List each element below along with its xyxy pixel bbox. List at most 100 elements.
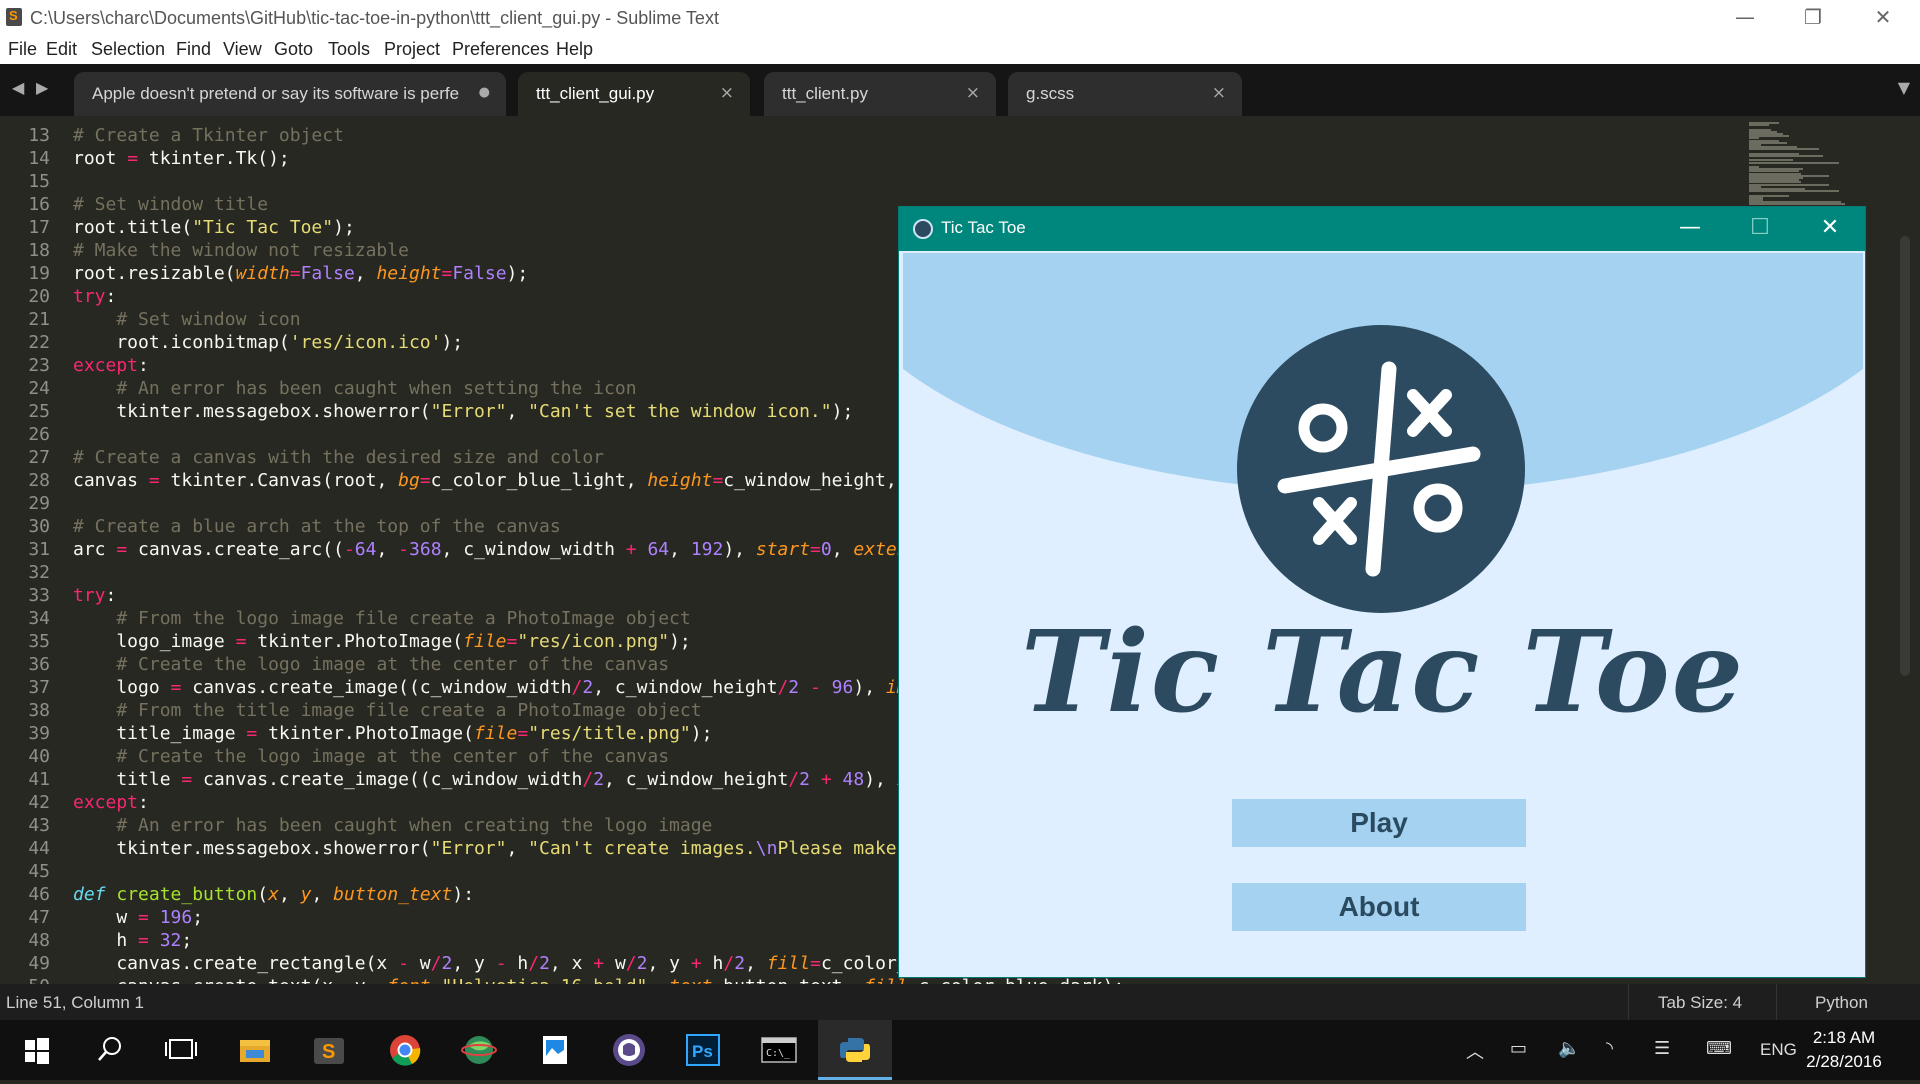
photos-icon[interactable] [518,1020,592,1080]
code-token: create_button [116,884,258,905]
tab-close-icon[interactable]: × [966,83,980,103]
code-token: - [398,539,410,560]
line-number: 17 [28,217,50,238]
restore-button[interactable]: ❐ [1778,0,1848,36]
tab-label: g.scss [1026,84,1075,103]
play-button[interactable]: Play [1232,799,1526,847]
python-icon[interactable] [818,1020,892,1080]
keyboard-icon[interactable]: ⌨ [1706,1038,1732,1059]
tab-nav-right-icon[interactable]: ▶ [36,78,48,97]
code-token: + [593,953,605,974]
code-token: ), [853,677,886,698]
file-explorer-icon[interactable] [218,1020,292,1080]
photoshop-icon[interactable]: Ps [666,1020,740,1080]
menu-view[interactable]: View [223,39,262,60]
battery-icon[interactable]: ▭ [1510,1038,1527,1059]
code-line[interactable] [73,170,1873,193]
menu-preferences[interactable]: Preferences [452,39,549,60]
code-token: 96 [831,677,854,698]
minimap-line [1749,183,1829,186]
tray-expand-icon[interactable]: ︿ [1466,1038,1484,1064]
code-token: h [506,953,529,974]
code-line[interactable]: root = tkinter.Tk(); [73,147,1873,170]
language-indicator[interactable]: ENG [1760,1040,1797,1060]
menu-project[interactable]: Project [384,39,440,60]
code-line[interactable]: # Create a Tkinter object [73,124,1873,147]
minimap[interactable] [1745,116,1895,206]
menu-file[interactable]: File [8,39,37,60]
code-token: "Helvetica 16 bold" [441,976,647,984]
code-token: "Can't set the window icon." [528,401,832,422]
code-token: ; [181,930,193,951]
code-token: = [419,470,431,491]
tab-ttt-client-gui[interactable]: ttt_client_gui.py × [518,72,750,116]
sublime-text-icon[interactable]: S [292,1020,366,1080]
task-view-icon[interactable] [144,1020,218,1080]
code-token: except [73,355,139,376]
code-token: width [235,263,290,284]
tab-ttt-client[interactable]: ttt_client.py × [764,72,996,116]
line-number: 25 [28,401,50,422]
code-token: canvas.create_arc(( [127,539,344,560]
chrome-icon[interactable] [368,1020,442,1080]
about-button[interactable]: About [1232,883,1526,931]
minimap-line [1749,124,1769,127]
menu-selection[interactable]: Selection [91,39,165,60]
tab-g-scss[interactable]: g.scss × [1008,72,1242,116]
code-token: 192 [690,539,724,560]
code-token: 2 [799,769,810,790]
clock[interactable]: 2:18 AM 2/28/2016 [1794,1026,1894,1074]
code-token: x [268,884,279,905]
menu-edit[interactable]: Edit [46,39,77,60]
tab-apple-doc[interactable]: Apple doesn't pretend or say its softwar… [74,72,506,116]
search-icon[interactable] [72,1020,146,1080]
menu-help[interactable]: Help [556,39,593,60]
game-close-button[interactable]: ✕ [1795,207,1865,251]
line-number: 24 [28,378,50,399]
code-token: ; [192,907,204,928]
code-token: h [701,953,724,974]
menu-goto[interactable]: Goto [274,39,313,60]
game-minimize-button[interactable]: — [1655,207,1725,251]
tab-close-icon[interactable]: × [1212,83,1226,103]
volume-icon[interactable]: 🔈 [1558,1038,1580,1059]
action-center-icon[interactable]: ☰ [1654,1038,1670,1059]
menu-bar: File Edit Selection Find View Goto Tools… [0,36,1920,64]
menu-tools[interactable]: Tools [328,39,370,60]
command-prompt-icon[interactable]: C:\_ [742,1020,816,1080]
minimize-button[interactable]: — [1710,0,1780,36]
line-number: 18 [28,240,50,261]
menu-find[interactable]: Find [176,39,211,60]
unsaved-dot-icon[interactable]: ● [479,85,490,100]
vertical-scrollbar[interactable] [1900,236,1910,676]
tab-close-icon[interactable]: × [720,83,734,103]
code-token: , [745,953,767,974]
line-number: 23 [28,355,50,376]
code-token: = [138,930,149,951]
code-token: ); [669,631,691,652]
tab-dropdown-icon[interactable]: ▼ [1898,78,1910,97]
code-token: h [73,930,139,951]
tab-nav-left-icon[interactable]: ◀ [12,78,24,97]
github-icon[interactable] [592,1020,666,1080]
code-token: title_image [73,723,247,744]
wifi-icon[interactable]: ◝ [1606,1038,1613,1059]
close-button[interactable]: ✕ [1848,0,1918,36]
tab-size-indicator[interactable]: Tab Size: 4 [1658,993,1742,1013]
line-number: 43 [28,815,50,836]
code-token: arc [73,539,117,560]
game-canvas[interactable]: Tic Tac Toe Play About [903,253,1863,975]
windows-start-icon[interactable] [0,1020,74,1080]
code-token: 368 [409,539,442,560]
syntax-indicator[interactable]: Python [1815,993,1868,1013]
windows-taskbar: S Ps C:\_ ︿ ▭ 🔈 ◝ ☰ ⌨ ENG 2:18 AM 2/28/2… [0,1020,1920,1080]
maps-globe-icon[interactable] [442,1020,516,1080]
code-token: = [181,769,193,790]
code-token: : [138,792,149,813]
code-token: ); [506,263,529,284]
